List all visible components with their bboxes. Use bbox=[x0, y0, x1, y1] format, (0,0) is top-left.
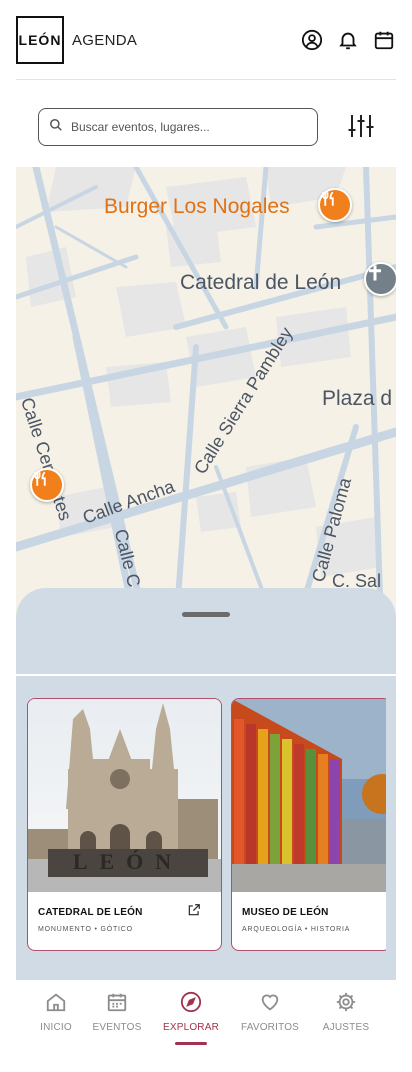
card-title: MUSEO DE LEÓN bbox=[242, 907, 329, 918]
home-icon bbox=[44, 990, 68, 1014]
place-carousel[interactable]: LEÓN CATEDRAL DE LEÓN MONUMENTO • GÓTICO bbox=[26, 698, 386, 954]
nav-label: AJUSTES bbox=[322, 1022, 370, 1033]
app-title: AGENDA bbox=[72, 32, 138, 49]
card-subtitle: ARQUEOLOGÍA • HISTORIA bbox=[242, 926, 351, 933]
map-view[interactable]: Burger Los Nogales Catedral de León Plaz… bbox=[16, 167, 396, 627]
leon-sign-text: LEÓN bbox=[73, 849, 183, 874]
nav-label: INICIO bbox=[40, 1022, 72, 1033]
user-circle-icon[interactable] bbox=[300, 28, 324, 52]
header-divider bbox=[16, 79, 396, 80]
compass-icon bbox=[179, 990, 203, 1014]
app-header: LEÓN AGENDA bbox=[16, 16, 396, 64]
calendar-grid-icon bbox=[105, 990, 129, 1014]
header-actions bbox=[300, 28, 396, 52]
bottom-sheet[interactable]: LEÓN CATEDRAL DE LEÓN MONUMENTO • GÓTICO bbox=[16, 588, 396, 980]
nav-item-favoritos[interactable]: FAVORITOS bbox=[230, 990, 310, 1033]
nav-item-eventos[interactable]: EVENTOS bbox=[77, 990, 157, 1033]
nav-label: FAVORITOS bbox=[240, 1022, 300, 1033]
card-title: CATEDRAL DE LEÓN bbox=[38, 907, 143, 918]
filter-button[interactable] bbox=[346, 113, 376, 143]
map-label-burger: Burger Los Nogales bbox=[104, 195, 290, 218]
church-pin-icon[interactable] bbox=[364, 262, 396, 296]
search-input[interactable] bbox=[71, 120, 301, 134]
catedral-photo: LEÓN bbox=[28, 699, 221, 892]
restaurant-pin-icon[interactable] bbox=[30, 468, 64, 502]
map-label-plaza: Plaza d bbox=[322, 387, 393, 410]
nav-label: EVENTOS bbox=[92, 1022, 142, 1033]
nav-item-ajustes[interactable]: AJUSTES bbox=[306, 990, 386, 1033]
external-link-icon[interactable] bbox=[187, 903, 201, 917]
place-card-museo[interactable]: MUSEO DE LEÓN ARQUEOLOGÍA • HISTORIA bbox=[231, 698, 386, 951]
nav-item-explorar[interactable]: EXPLORAR bbox=[151, 990, 231, 1033]
search-bar[interactable] bbox=[38, 108, 318, 146]
leon-logo[interactable]: LEÓN bbox=[16, 16, 64, 64]
gear-icon bbox=[334, 990, 358, 1014]
sheet-drag-handle[interactable] bbox=[182, 612, 230, 617]
nav-label: EXPLORAR bbox=[162, 1022, 220, 1033]
restaurant-pin-icon[interactable] bbox=[318, 188, 352, 222]
bottom-navigation: INICIO EVENTOS EXPLORAR FAVORITOS AJUSTE… bbox=[0, 980, 412, 1072]
active-tab-indicator bbox=[175, 1042, 207, 1045]
bell-icon[interactable] bbox=[336, 28, 360, 52]
calendar-icon[interactable] bbox=[372, 28, 396, 52]
museo-photo bbox=[232, 699, 386, 892]
sheet-divider bbox=[16, 674, 396, 676]
place-card-catedral[interactable]: LEÓN CATEDRAL DE LEÓN MONUMENTO • GÓTICO bbox=[27, 698, 222, 951]
search-icon bbox=[49, 118, 63, 137]
sliders-icon bbox=[347, 112, 375, 145]
card-subtitle: MONUMENTO • GÓTICO bbox=[38, 926, 133, 933]
map-label-catedral: Catedral de León bbox=[180, 271, 342, 294]
heart-icon bbox=[258, 990, 282, 1014]
